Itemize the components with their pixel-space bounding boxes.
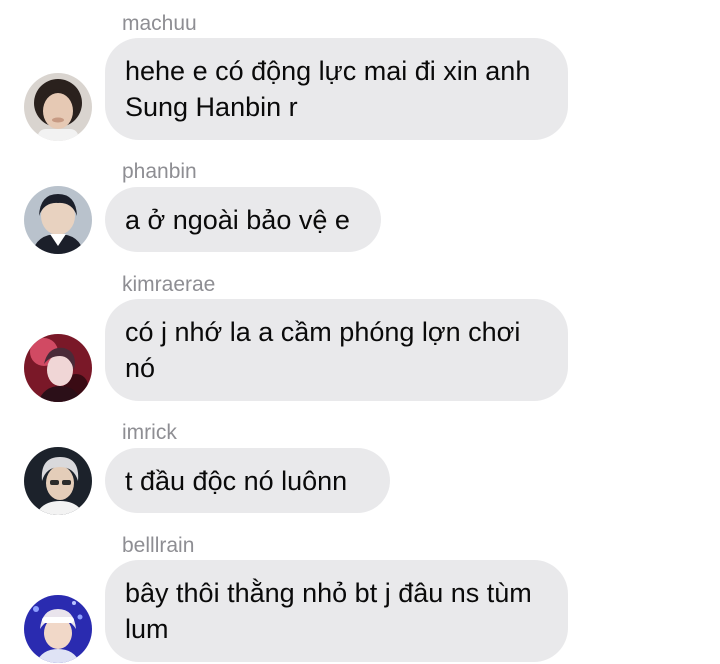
user-avatar-imrick-icon[interactable] bbox=[24, 447, 92, 515]
message-bubble[interactable]: t đầu độc nó luônn bbox=[105, 448, 390, 513]
message-bubble[interactable]: có j nhớ la a cầm phóng lợn chơi nó bbox=[105, 299, 568, 401]
message-text: bây thôi thằng nhỏ bt j đâu ns tùm lum bbox=[125, 578, 532, 644]
message-bubble[interactable]: hehe e có động lực mai đi xin anh Sung H… bbox=[105, 38, 568, 140]
message-text: hehe e có động lực mai đi xin anh Sung H… bbox=[125, 56, 531, 122]
sender-name: phanbin bbox=[122, 160, 197, 183]
message-text: a ở ngoài bảo vệ e bbox=[125, 204, 350, 235]
user-avatar-belllrain-icon[interactable] bbox=[24, 595, 92, 663]
sender-name: imrick bbox=[122, 421, 177, 444]
sender-name: belllrain bbox=[122, 534, 195, 557]
user-avatar-machuu-icon[interactable] bbox=[24, 73, 92, 141]
sender-name: kimraerae bbox=[122, 273, 216, 296]
message-bubble[interactable]: a ở ngoài bảo vệ e bbox=[105, 187, 381, 252]
user-avatar-kimraerae-icon[interactable] bbox=[24, 334, 92, 402]
message-text: t đầu độc nó luônn bbox=[125, 465, 348, 496]
message-bubble[interactable]: bây thôi thằng nhỏ bt j đâu ns tùm lum bbox=[105, 560, 568, 662]
user-avatar-phanbin-icon[interactable] bbox=[24, 186, 92, 254]
message-text: có j nhớ la a cầm phóng lợn chơi nó bbox=[125, 317, 521, 383]
sender-name: machuu bbox=[122, 12, 197, 35]
